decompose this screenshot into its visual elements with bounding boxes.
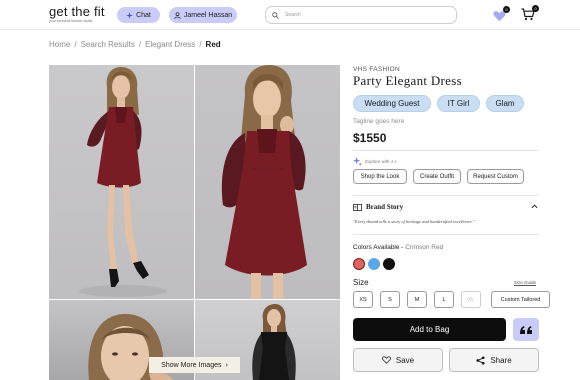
shop-the-look-button[interactable]: Shop the Look [353, 169, 407, 184]
brand-story-header[interactable]: Brand Story [353, 203, 539, 211]
explore-ai: Explore with A.I. [353, 157, 397, 166]
product-title: Party Elegant Dress [353, 73, 462, 88]
product-tagline: Tagline goes here [353, 118, 405, 125]
request-custom-button[interactable]: Request Custom [467, 169, 524, 184]
chat-label: Chat [136, 11, 151, 19]
save-label: Save [395, 355, 415, 365]
breadcrumb-separator: / [138, 40, 142, 49]
search-icon [272, 11, 279, 19]
ai-assist-button[interactable] [513, 318, 539, 341]
size-s[interactable]: S [380, 291, 400, 308]
cart-count-badge: 0 [532, 5, 539, 12]
colors-available-label: Colors Available - Crimson Red [353, 244, 443, 251]
brand-story-title: Brand Story [366, 203, 404, 211]
breadcrumb-search-results[interactable]: Search Results [81, 40, 135, 49]
chevron-up-icon[interactable] [531, 203, 538, 210]
sparkle-icon [126, 11, 134, 19]
brand-story-text: "Every thread tells a story of heritage … [353, 219, 475, 224]
swatch-blue[interactable] [368, 258, 380, 270]
size-m[interactable]: M [407, 291, 427, 308]
divider [353, 150, 539, 151]
share-icon [476, 355, 485, 365]
size-options: XS S M L XL Custom Tailored [353, 291, 550, 308]
save-button[interactable]: Save [353, 348, 443, 372]
share-label: Share [490, 355, 512, 365]
explore-label: Explore with A.I. [365, 159, 398, 164]
sparkle-icon [353, 157, 362, 166]
product-gallery: Show More Images › [49, 65, 340, 380]
breadcrumb-separator: / [199, 40, 202, 49]
style-tags: Wedding Guest IT Girl Glam [353, 95, 524, 112]
size-guide-link[interactable]: Size Guide [514, 280, 536, 285]
divider [353, 195, 539, 196]
logo[interactable]: get the fit your personal fashion stylis… [49, 4, 105, 24]
breadcrumb-current: Red [205, 40, 221, 49]
selected-color-name: Crimson Red [405, 244, 444, 251]
top-header: get the fit your personal fashion stylis… [0, 0, 580, 30]
chat-button[interactable]: Chat [117, 7, 160, 23]
user-name: Jameel Hassan [183, 11, 233, 19]
size-xs[interactable]: XS [353, 291, 373, 308]
model-closeup-illustration [221, 65, 307, 299]
search-bar[interactable]: Search [265, 6, 457, 24]
color-swatches [353, 258, 395, 270]
model-front-illustration [79, 67, 167, 297]
quote-icon [520, 325, 532, 334]
wishlist-count-badge: 0 [503, 6, 510, 13]
breadcrumb-elegant-dress[interactable]: Elegant Dress [145, 40, 195, 49]
swatch-black[interactable] [383, 258, 395, 270]
colors-label-text: Colors Available - [353, 244, 406, 251]
breadcrumb-separator: / [74, 40, 77, 49]
divider [353, 234, 539, 235]
book-icon [353, 203, 362, 211]
product-photo-closeup[interactable] [195, 65, 340, 299]
size-l[interactable]: L [434, 291, 454, 308]
swatch-crimson-red[interactable] [353, 258, 365, 270]
search-input[interactable]: Search [285, 12, 301, 18]
custom-tailored-button[interactable]: Custom Tailored [491, 291, 550, 308]
breadcrumb: Home / Search Results / Elegant Dress / Red [49, 40, 221, 49]
logo-text: get the fit [49, 4, 105, 19]
breadcrumb-home[interactable]: Home [49, 40, 70, 49]
product-price: $1550 [353, 131, 387, 145]
logo-tagline: your personal fashion stylist [49, 19, 93, 23]
size-label: Size [353, 278, 369, 287]
chevron-right-icon: › [225, 361, 228, 369]
user-icon [174, 11, 181, 19]
add-to-bag-button[interactable]: Add to Bag [353, 318, 506, 341]
create-outfit-button[interactable]: Create Outfit [413, 169, 461, 184]
size-xl[interactable]: XL [461, 291, 481, 308]
share-button[interactable]: Share [449, 348, 539, 372]
product-photo-front[interactable] [49, 65, 194, 299]
show-more-images-button[interactable]: Show More Images › [149, 357, 240, 373]
wishlist-button[interactable]: 0 [493, 6, 510, 27]
tag-it-girl[interactable]: IT Girl [437, 95, 480, 112]
tag-wedding-guest[interactable]: Wedding Guest [353, 95, 431, 112]
ai-actions: Shop the Look Create Outfit Request Cust… [353, 169, 524, 184]
cart-button[interactable]: 0 [521, 5, 539, 26]
heart-outline-icon [381, 356, 391, 364]
tag-glam[interactable]: Glam [486, 95, 524, 112]
user-profile-button[interactable]: Jameel Hassan [169, 7, 237, 23]
show-more-label: Show More Images [161, 361, 222, 369]
brand-name[interactable]: VHS FASHION [353, 66, 400, 73]
